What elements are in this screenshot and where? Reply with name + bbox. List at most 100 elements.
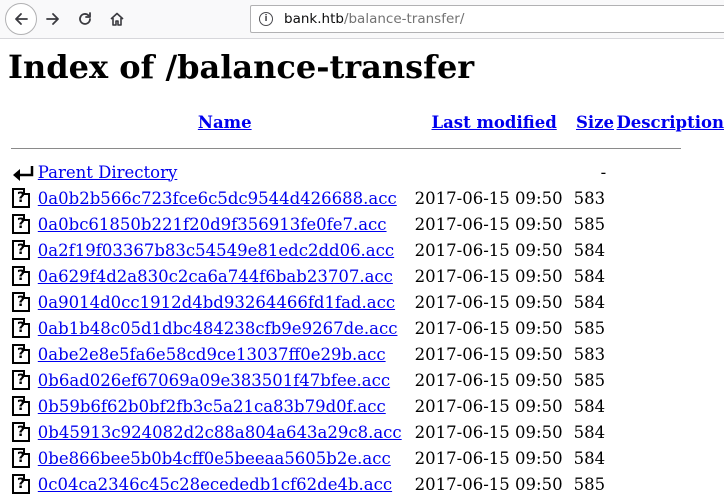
parent-size: - bbox=[600, 162, 607, 182]
file-row: ? 0a0bc61850b221f20d9f356913fe0fe7.acc 2… bbox=[8, 211, 724, 237]
file-size: 584 bbox=[573, 240, 606, 260]
url-host: bank.htb bbox=[284, 11, 344, 27]
file-size: 585 bbox=[573, 474, 606, 494]
file-link[interactable]: 0a2f19f03367b83c54549e81edc2dd06.acc bbox=[38, 241, 394, 260]
file-description bbox=[616, 445, 724, 471]
file-description bbox=[616, 263, 724, 289]
file-size: 585 bbox=[573, 214, 606, 234]
info-icon[interactable]: i bbox=[259, 12, 273, 26]
file-size: 584 bbox=[573, 422, 606, 442]
reload-button[interactable] bbox=[71, 5, 99, 33]
file-row: ? 0a629f4d2a830c2ca6a744f6bab23707.acc 2… bbox=[8, 263, 724, 289]
file-row: ? 0be866bee5b0b4cff0e5beeaa5605b2e.acc 2… bbox=[8, 445, 724, 471]
file-size: 583 bbox=[573, 344, 606, 364]
unknown-file-icon: ? bbox=[12, 188, 30, 209]
file-modified: 2017-06-15 09:50 bbox=[414, 214, 563, 234]
url-path: /balance-transfer/ bbox=[343, 11, 465, 27]
description-column-header: Description bbox=[616, 107, 724, 137]
modified-column-header: Last modified bbox=[415, 107, 574, 137]
file-row: ? 0abe2e8e5fa6e58cd9ce13037ff0e29b.acc 2… bbox=[8, 341, 724, 367]
home-button[interactable] bbox=[103, 5, 131, 33]
file-link[interactable]: 0abe2e8e5fa6e58cd9ce13037ff0e29b.acc bbox=[38, 345, 386, 364]
parent-directory-link[interactable]: Parent Directory bbox=[38, 163, 178, 182]
file-row: ? 0a9014d0cc1912d4bd93264466fd1fad.acc 2… bbox=[8, 289, 724, 315]
unknown-file-icon: ? bbox=[12, 214, 30, 235]
url-bar[interactable]: i bank.htb/balance-transfer/ bbox=[250, 5, 724, 33]
file-description bbox=[616, 419, 724, 445]
unknown-file-icon: ? bbox=[12, 422, 30, 443]
file-link[interactable]: 0a0b2b566c723fce6c5dc9544d426688.acc bbox=[38, 189, 397, 208]
file-link[interactable]: 0b6ad026ef67069a09e383501f47bfee.acc bbox=[38, 371, 390, 390]
sort-by-name-link[interactable]: Name bbox=[198, 113, 252, 132]
header-row: Name Last modified Size Description bbox=[8, 107, 724, 137]
arrow-left-icon bbox=[15, 13, 28, 25]
separator-row bbox=[8, 137, 724, 159]
file-description bbox=[616, 367, 724, 393]
file-description bbox=[616, 237, 724, 263]
file-size: 585 bbox=[573, 318, 606, 338]
browser-toolbar: i bank.htb/balance-transfer/ bbox=[0, 0, 724, 39]
file-description bbox=[616, 393, 724, 419]
unknown-file-icon: ? bbox=[12, 370, 30, 391]
file-size: 584 bbox=[573, 292, 606, 312]
file-modified: 2017-06-15 09:50 bbox=[414, 292, 563, 312]
file-description bbox=[616, 289, 724, 315]
file-modified: 2017-06-15 09:50 bbox=[414, 318, 563, 338]
file-row: ? 0ab1b48c05d1dbc484238cfb9e9267de.acc 2… bbox=[8, 315, 724, 341]
arrow-right-icon bbox=[46, 13, 59, 25]
name-column-header: Name bbox=[35, 107, 415, 137]
file-link[interactable]: 0a0bc61850b221f20d9f356913fe0fe7.acc bbox=[38, 215, 387, 234]
file-modified: 2017-06-15 09:50 bbox=[414, 240, 563, 260]
file-link[interactable]: 0b45913c924082d2c88a804a643a29c8.acc bbox=[38, 423, 402, 442]
file-modified: 2017-06-15 09:50 bbox=[414, 344, 563, 364]
file-link[interactable]: 0be866bee5b0b4cff0e5beeaa5605b2e.acc bbox=[38, 449, 391, 468]
unknown-file-icon: ? bbox=[12, 292, 30, 313]
file-size: 584 bbox=[573, 396, 606, 416]
unknown-file-icon: ? bbox=[12, 344, 30, 365]
file-link[interactable]: 0a629f4d2a830c2ca6a744f6bab23707.acc bbox=[38, 267, 393, 286]
icon-column-header bbox=[8, 107, 35, 137]
forward-button[interactable] bbox=[39, 5, 67, 33]
file-row: ? 0b6ad026ef67069a09e383501f47bfee.acc 2… bbox=[8, 367, 724, 393]
file-description bbox=[616, 211, 724, 237]
file-row: ? 0b59b6f62b0bf2fb3c5a21ca83b79d0f.acc 2… bbox=[8, 393, 724, 419]
file-link[interactable]: 0ab1b48c05d1dbc484238cfb9e9267de.acc bbox=[38, 319, 398, 338]
file-modified: 2017-06-15 09:50 bbox=[414, 474, 563, 494]
sort-by-size-link[interactable]: Size bbox=[576, 113, 614, 132]
unknown-file-icon: ? bbox=[12, 396, 30, 417]
page-title: Index of /balance-transfer bbox=[8, 48, 475, 86]
file-size: 584 bbox=[573, 448, 606, 468]
file-description bbox=[616, 471, 724, 497]
parent-directory-icon bbox=[13, 165, 34, 181]
parent-directory-row: Parent Directory - bbox=[8, 159, 724, 185]
file-size: 583 bbox=[573, 188, 606, 208]
file-link[interactable]: 0c04ca2346c45c28ecededb1cf62de4b.acc bbox=[38, 475, 392, 494]
file-description bbox=[616, 185, 724, 211]
sort-by-description-link[interactable]: Description bbox=[616, 113, 724, 132]
file-size: 585 bbox=[573, 370, 606, 390]
file-modified: 2017-06-15 09:50 bbox=[414, 422, 563, 442]
file-link[interactable]: 0a9014d0cc1912d4bd93264466fd1fad.acc bbox=[38, 293, 395, 312]
unknown-file-icon: ? bbox=[12, 448, 30, 469]
file-description bbox=[616, 341, 724, 367]
file-modified: 2017-06-15 09:50 bbox=[414, 396, 563, 416]
size-column-header: Size bbox=[574, 107, 617, 137]
file-size: 584 bbox=[573, 266, 606, 286]
unknown-file-icon: ? bbox=[12, 474, 30, 495]
url-text[interactable]: bank.htb/balance-transfer/ bbox=[284, 11, 464, 27]
file-row: ? 0b45913c924082d2c88a804a643a29c8.acc 2… bbox=[8, 419, 724, 445]
sort-by-modified-link[interactable]: Last modified bbox=[432, 113, 557, 132]
reload-icon bbox=[79, 12, 91, 25]
unknown-file-icon: ? bbox=[12, 318, 30, 339]
unknown-file-icon: ? bbox=[12, 266, 30, 287]
back-button[interactable] bbox=[5, 3, 37, 35]
home-icon bbox=[110, 12, 124, 26]
file-modified: 2017-06-15 09:50 bbox=[414, 370, 563, 390]
file-row: ? 0a2f19f03367b83c54549e81edc2dd06.acc 2… bbox=[8, 237, 724, 263]
file-modified: 2017-06-15 09:50 bbox=[414, 188, 563, 208]
separator-line bbox=[11, 147, 681, 149]
file-modified: 2017-06-15 09:50 bbox=[414, 266, 563, 286]
file-row: ? 0a0b2b566c723fce6c5dc9544d426688.acc 2… bbox=[8, 185, 724, 211]
unknown-file-icon: ? bbox=[12, 240, 30, 261]
file-link[interactable]: 0b59b6f62b0bf2fb3c5a21ca83b79d0f.acc bbox=[38, 397, 386, 416]
